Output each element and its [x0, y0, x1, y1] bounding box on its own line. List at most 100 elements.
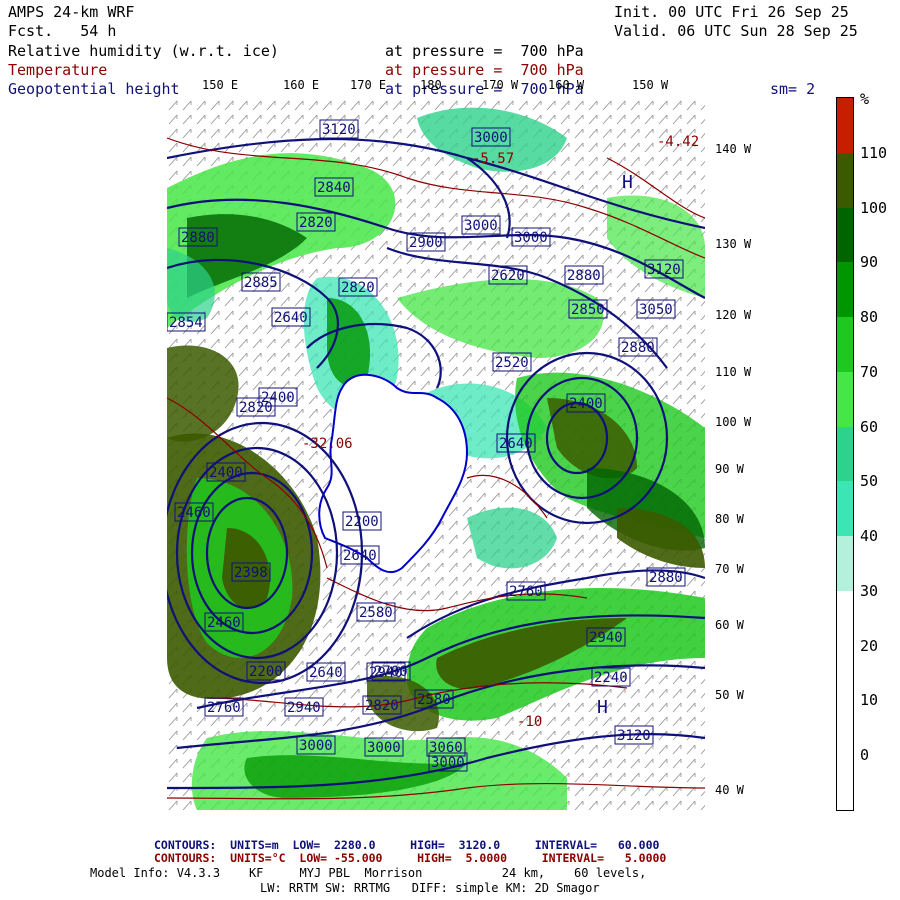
height-label: 2520	[495, 355, 529, 371]
height-label: 2400	[261, 390, 295, 406]
valid-time: Valid. 06 UTC Sun 28 Sep 25	[614, 22, 858, 40]
model-title: AMPS 24-km WRF	[8, 3, 135, 21]
height-label: 2850	[571, 302, 605, 318]
map-svg: H H 3120 3000 2840 2820 2880 3000 2820 2900 3000…	[160, 98, 706, 810]
height-label: 2200	[249, 664, 283, 680]
legend-color-band	[837, 645, 853, 701]
latitude-label: 70 W	[715, 562, 744, 576]
latitude-label: 90 W	[715, 462, 744, 476]
field-rh-level: at pressure = 700 hPa	[385, 42, 584, 60]
height-label: 2640	[499, 436, 533, 452]
latitude-label: 120 W	[715, 308, 752, 322]
legend-label: 70	[860, 362, 879, 381]
latitude-label: 40 W	[715, 783, 744, 797]
height-label: 2840	[317, 180, 351, 196]
legend-label: 60	[860, 417, 879, 436]
height-label: 2640	[274, 310, 308, 326]
height-label: 2940	[287, 700, 321, 716]
legend-color-band	[837, 207, 853, 263]
legend-label: 20	[860, 636, 879, 655]
init-time: Init. 00 UTC Fri 26 Sep 25	[614, 3, 849, 21]
height-label: 3000	[514, 230, 548, 246]
latitude-label: 50 W	[715, 688, 744, 702]
height-label: 2820	[341, 280, 375, 296]
high-marker: H	[622, 172, 633, 193]
latitude-label: 140 W	[715, 142, 752, 156]
legend-color-band	[837, 481, 853, 537]
legend-label: 90	[860, 253, 879, 272]
height-label: 3000	[464, 218, 498, 234]
legend-color-band	[837, 262, 853, 318]
height-label: 2880	[567, 268, 601, 284]
height-label: 2760	[509, 584, 543, 600]
height-label: 2240	[594, 670, 628, 686]
latitude-label: 80 W	[715, 512, 744, 526]
field-temp-label: Temperature	[8, 61, 108, 79]
height-label: 2880	[621, 340, 655, 356]
height-label: 2880	[649, 570, 683, 586]
height-label: 2460	[177, 505, 211, 521]
longitude-label: 160 E	[283, 78, 320, 92]
footer-height-contours: CONTOURS: UNITS=m LOW= 2280.0 HIGH= 3120…	[154, 838, 660, 852]
height-label: 2880	[181, 230, 215, 246]
height-label: 2400	[209, 465, 243, 481]
temperature-label: -5.57	[472, 151, 514, 167]
legend-label: 50	[860, 472, 879, 491]
height-label: 3000	[367, 740, 401, 756]
legend-color-band	[837, 98, 853, 153]
height-label: 2460	[207, 615, 241, 631]
longitude-label: 180	[420, 78, 442, 92]
legend-label: 10	[860, 691, 879, 710]
height-label: 3120	[617, 728, 651, 744]
height-label: 2854	[169, 315, 203, 331]
height-label: 3120	[647, 262, 681, 278]
height-label: 2640	[309, 665, 343, 681]
height-label: 2900	[409, 235, 443, 251]
height-label: 2400	[569, 396, 603, 412]
longitude-label: 150 E	[202, 78, 239, 92]
temperature-label: -10	[517, 714, 542, 730]
high-marker: H	[597, 697, 608, 718]
longitude-label: 170 E	[350, 78, 387, 92]
height-label: 3120	[322, 122, 356, 138]
legend-color-band	[837, 590, 853, 646]
height-label: 2620	[491, 268, 525, 284]
smoothing-label: sm= 2	[770, 80, 816, 98]
height-label: 2700	[374, 664, 408, 680]
longitude-label: 160 W	[548, 78, 585, 92]
height-label: 2580	[359, 605, 393, 621]
legend-label: 100	[860, 198, 888, 217]
latitude-label: 60 W	[715, 618, 744, 632]
latitude-label: 110 W	[715, 365, 752, 379]
height-label: 3000	[299, 738, 333, 754]
legend-label: 30	[860, 581, 879, 600]
footer-temp-contours: CONTOURS: UNITS=°C LOW= -55.000 HIGH= 5.…	[154, 851, 667, 865]
legend-color-band	[837, 317, 853, 372]
longitude-label: 170 W	[482, 78, 519, 92]
forecast-hour: Fcst. 54 h	[8, 22, 117, 40]
legend-label: 40	[860, 527, 879, 546]
field-height-label: Geopotential height	[8, 80, 180, 98]
weather-map: H H 3120 3000 2840 2820 2880 3000 2820 2900 3000…	[160, 98, 706, 810]
legend-color-band	[837, 755, 853, 810]
height-label: 2398	[234, 565, 268, 581]
height-label: 2820	[299, 215, 333, 231]
height-label: 3050	[639, 302, 673, 318]
legend-color-band	[837, 700, 853, 756]
legend-label: 80	[860, 308, 879, 327]
height-label: 3000	[474, 130, 508, 146]
latitude-label: 100 W	[715, 415, 752, 429]
legend-label: 0	[860, 746, 870, 765]
legend-color-band	[837, 426, 853, 482]
field-rh-label: Relative humidity (w.r.t. ice)	[8, 42, 279, 60]
longitude-label: 150 W	[632, 78, 669, 92]
height-label: 2820	[365, 698, 399, 714]
height-label: 2640	[343, 548, 377, 564]
height-label: 2760	[207, 700, 241, 716]
humidity-legend-bar	[836, 97, 854, 811]
height-label: 2580	[417, 692, 451, 708]
height-label: 2200	[345, 514, 379, 530]
height-label: 2885	[244, 275, 278, 291]
latitude-label: 130 W	[715, 237, 752, 251]
legend-color-band	[837, 536, 853, 591]
